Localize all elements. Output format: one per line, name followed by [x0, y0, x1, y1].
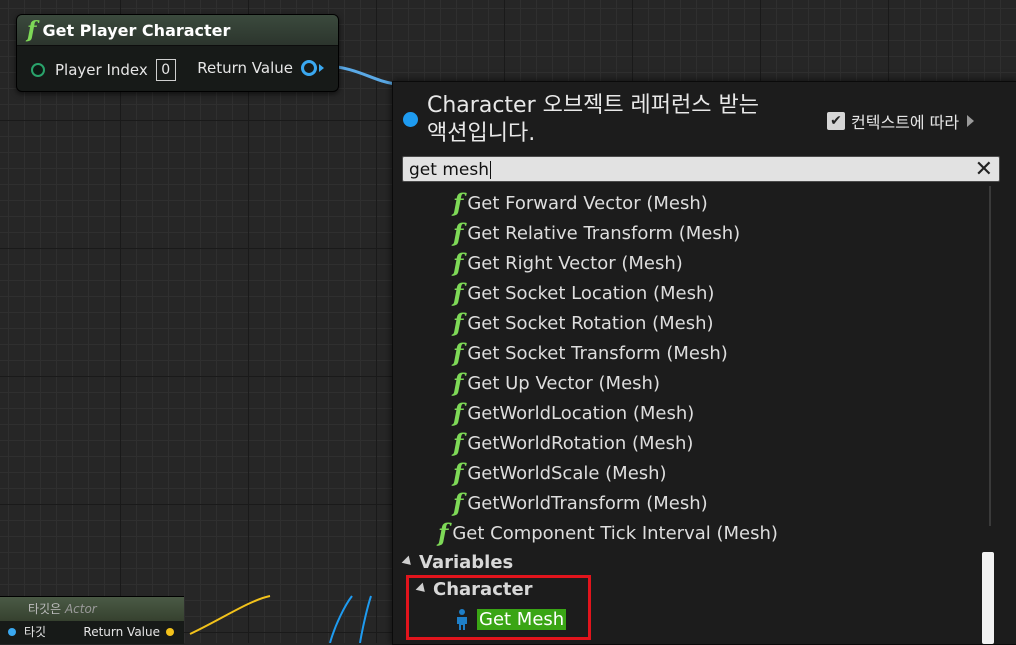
scrollbar-track[interactable] — [989, 186, 991, 526]
list-item[interactable]: f Get Forward Vector (Mesh) — [453, 188, 708, 218]
function-icon: f — [453, 368, 464, 397]
partial-return-pin[interactable]: Return Value — [83, 621, 174, 643]
list-item-label: GetWorldLocation (Mesh) — [467, 402, 695, 424]
input-pin-icon[interactable] — [31, 63, 45, 77]
context-sensitive-toggle[interactable]: ✔ 컨텍스트에 따라 — [827, 109, 975, 133]
partial-return-label: Return Value — [83, 625, 160, 639]
category-label: Variables — [419, 551, 514, 573]
list-item[interactable]: f Get Right Vector (Mesh) — [453, 248, 683, 278]
function-icon: f — [453, 248, 464, 277]
node-header[interactable]: f Get Player Character — [17, 15, 338, 46]
node-title: Get Player Character — [42, 20, 231, 40]
menu-title-line1: Character 오브젝트 레퍼런스 받는 — [427, 93, 759, 118]
list-item-label: Get Socket Rotation (Mesh) — [467, 312, 714, 334]
list-item-tick-interval[interactable]: f Get Component Tick Interval (Mesh) — [438, 518, 778, 548]
function-icon: f — [453, 428, 464, 457]
text-caret — [489, 161, 491, 179]
player-index-field[interactable]: 0 — [155, 59, 176, 81]
player-index-pin[interactable]: Player Index 0 — [31, 59, 176, 81]
list-item[interactable]: f Get Socket Transform (Mesh) — [453, 338, 728, 368]
output-arrow-icon — [319, 64, 324, 72]
list-item[interactable]: f GetWorldScale (Mesh) — [453, 458, 667, 488]
partial-node-header-type: Actor — [64, 602, 97, 616]
search-text: get mesh — [409, 160, 489, 180]
list-item-label: Get Socket Transform (Mesh) — [467, 342, 728, 364]
list-item-label: Get Right Vector (Mesh) — [467, 252, 683, 274]
return-value-pin[interactable]: Return Value — [197, 59, 324, 77]
list-item-label: GetWorldScale (Mesh) — [467, 462, 667, 484]
partial-return-pin-icon[interactable] — [166, 628, 174, 636]
menu-title-line2: 액션입니다. — [427, 121, 536, 146]
list-item-label: Get Socket Location (Mesh) — [467, 282, 715, 304]
list-item[interactable]: f Get Up Vector (Mesh) — [453, 368, 660, 398]
list-item-label: Get Forward Vector (Mesh) — [467, 192, 708, 214]
list-item[interactable]: f GetWorldTransform (Mesh) — [453, 488, 708, 518]
clear-search-icon[interactable]: ✕ — [975, 157, 993, 183]
menu-title: Character 오브젝트 레퍼런스 받는 액션입니다. — [427, 92, 797, 148]
list-item-label: Get Relative Transform (Mesh) — [467, 222, 741, 244]
list-item[interactable]: f Get Relative Transform (Mesh) — [453, 218, 740, 248]
target-pin-icon[interactable] — [8, 628, 16, 636]
output-pin-icon[interactable] — [301, 60, 317, 76]
collapse-arrow-icon[interactable] — [401, 555, 415, 569]
function-icon: f — [453, 338, 464, 367]
search-input[interactable]: get mesh ✕ — [402, 156, 1000, 182]
context-checkbox[interactable]: ✔ — [827, 112, 845, 130]
function-icon: f — [453, 188, 464, 217]
partial-node-header: 타깃은 Actor — [0, 597, 184, 621]
partial-node-header-label: 타깃은 — [28, 602, 62, 616]
list-item-label: Get Up Vector (Mesh) — [467, 372, 660, 394]
function-icon: f — [453, 278, 464, 307]
list-item[interactable]: f Get Socket Location (Mesh) — [453, 278, 714, 308]
return-value-label: Return Value — [197, 59, 293, 77]
object-reference-icon — [403, 112, 418, 127]
get-player-character-node[interactable]: f Get Player Character Player Index 0 Re… — [16, 14, 339, 92]
list-item-label: GetWorldTransform (Mesh) — [467, 492, 708, 514]
expand-arrow-icon[interactable] — [967, 115, 975, 127]
function-icon: f — [453, 398, 464, 427]
context-label: 컨텍스트에 따라 — [851, 113, 960, 132]
target-pin[interactable]: 타깃 — [8, 621, 46, 643]
list-item[interactable]: f GetWorldLocation (Mesh) — [453, 398, 694, 428]
list-item-label: GetWorldRotation (Mesh) — [467, 432, 694, 454]
scrollbar-thumb[interactable] — [982, 552, 994, 644]
category-variables[interactable]: Variables — [401, 548, 514, 576]
action-context-menu[interactable]: Character 오브젝트 레퍼런스 받는 액션입니다. ✔ 컨텍스트에 따라… — [392, 81, 1016, 645]
function-icon: f — [27, 17, 37, 43]
list-item-label: Get Component Tick Interval (Mesh) — [452, 522, 778, 544]
function-icon: f — [453, 458, 464, 487]
partial-node[interactable]: 타깃은 Actor 타깃 Return Value — [0, 596, 184, 644]
annotation-highlight-box — [406, 575, 591, 640]
function-icon: f — [438, 518, 449, 547]
target-label: 타깃 — [24, 625, 47, 639]
list-item[interactable]: f GetWorldRotation (Mesh) — [453, 428, 693, 458]
player-index-label: Player Index — [55, 61, 148, 79]
list-item[interactable]: f Get Socket Rotation (Mesh) — [453, 308, 714, 338]
function-icon: f — [453, 308, 464, 337]
function-icon: f — [453, 218, 464, 247]
function-icon: f — [453, 488, 464, 517]
